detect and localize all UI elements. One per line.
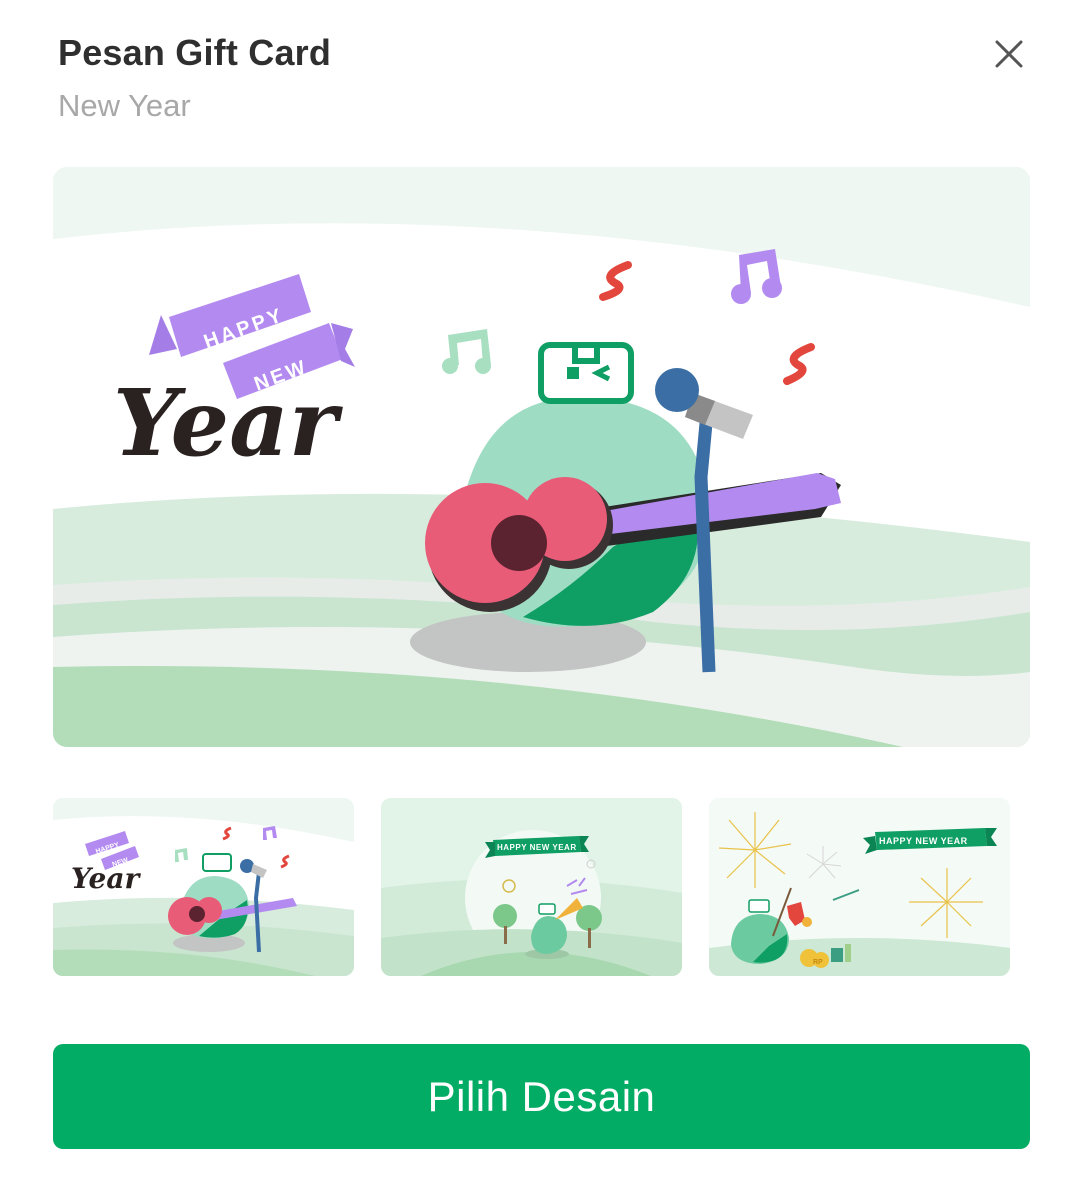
design-thumbnail-3[interactable]: HAPPY NEW YEAR RP (709, 798, 1010, 976)
new-year-guitar-illustration: HAPPY NEW Year (53, 167, 1030, 747)
page-subtitle: New Year (58, 88, 191, 123)
thumb-1-script-year: Year (71, 862, 142, 895)
design-thumbnail-2[interactable]: HAPPY NEW YEAR (381, 798, 682, 976)
page-title: Pesan Gift Card (58, 32, 332, 73)
gift-card-preview: HAPPY NEW Year (53, 167, 1030, 747)
design-thumbnail-1[interactable]: HAPPY NEW Year (53, 798, 354, 976)
thumb-2-banner-text: HAPPY NEW YEAR (497, 843, 577, 852)
thumb-3-coin-text: RP (813, 959, 823, 966)
thumb-3-banner-text: HAPPY NEW YEAR (879, 836, 968, 846)
close-icon (995, 40, 1023, 68)
close-button[interactable] (984, 30, 1034, 80)
choose-design-button[interactable]: Pilih Desain (53, 1044, 1030, 1149)
hero-script-year: Year (113, 369, 344, 477)
